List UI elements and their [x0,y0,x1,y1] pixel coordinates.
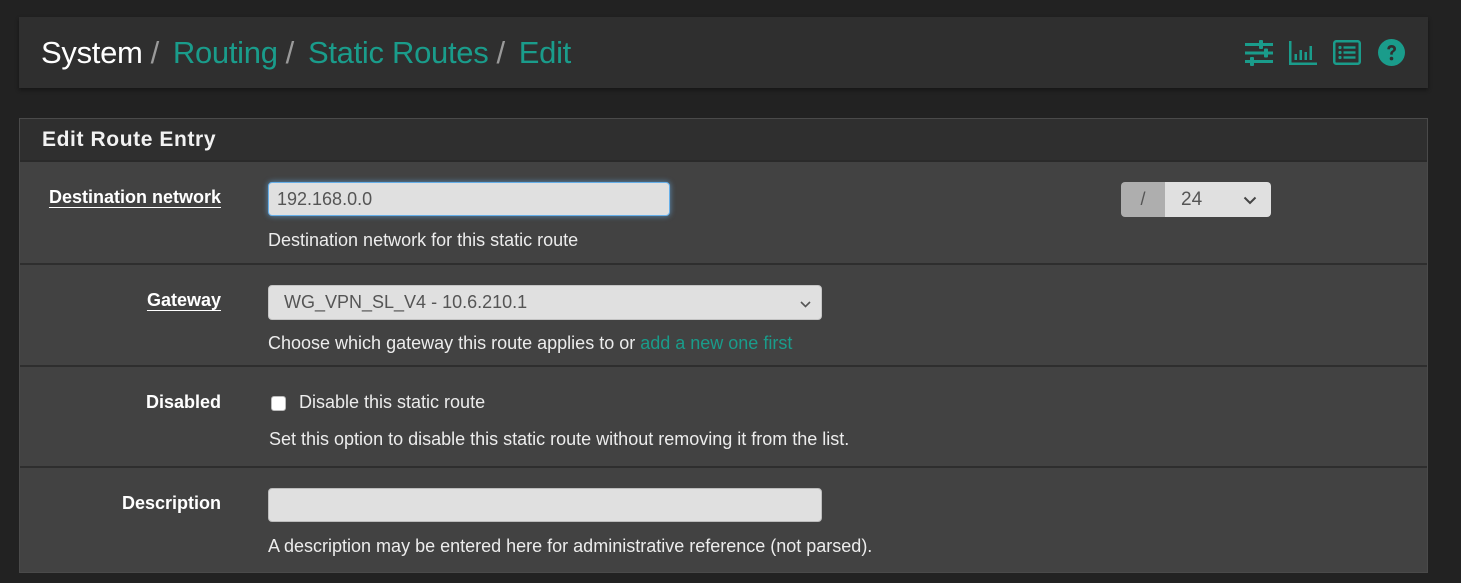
destination-network-label[interactable]: Destination network [49,187,221,208]
header-icon-bar [1244,38,1406,68]
breadcrumb-routing[interactable]: Routing [173,35,278,71]
add-gateway-link[interactable]: add a new one first [640,333,792,353]
list-icon[interactable] [1332,38,1362,68]
breadcrumb: System / Routing / Static Routes / Edit [41,35,571,71]
breadcrumb-static-routes[interactable]: Static Routes [308,35,489,71]
destination-network-help: Destination network for this static rout… [268,230,579,250]
disabled-row: Disabled Disable this static route Set t… [20,367,1427,468]
breadcrumb-edit[interactable]: Edit [519,35,572,71]
bar-chart-icon[interactable] [1288,38,1318,68]
destination-network-row: Destination network Destination network … [20,162,1427,265]
description-input[interactable] [268,488,822,522]
edit-route-panel: Edit Route Entry Destination network Des… [19,118,1428,573]
gateway-label[interactable]: Gateway [147,290,221,311]
description-label: Description [121,493,221,513]
gateway-selected-value: WG_VPN_SL_V4 - 10.6.210.1 [284,292,528,312]
description-row: Description A description may be entered… [20,468,1427,572]
gateway-row: Gateway WG_VPN_SL_V4 - 10.6.210.1 Choose… [20,265,1427,367]
disable-route-checkbox-label[interactable]: Disable this static route [299,392,485,413]
subnet-mask-select[interactable]: 24 [1165,182,1271,217]
subnet-mask-value: 24 [1181,188,1203,210]
description-help: A description may be entered here for ad… [268,536,873,556]
breadcrumb-system: System [41,34,143,70]
breadcrumb-separator: / [496,34,505,70]
gateway-select[interactable]: WG_VPN_SL_V4 - 10.6.210.1 [268,285,822,320]
breadcrumb-separator: / [150,34,160,70]
panel-title: Edit Route Entry [20,119,1427,162]
chevron-down-icon [800,292,811,313]
subnet-mask-group: / 24 [1121,182,1271,217]
page-header: System / Routing / Static Routes / Edit [19,17,1428,88]
sliders-icon[interactable] [1244,38,1274,68]
gateway-help: Choose which gateway this route applies … [268,333,792,354]
breadcrumb-separator: / [285,34,295,70]
destination-network-input[interactable] [268,182,670,216]
disabled-help: Set this option to disable this static r… [269,429,850,449]
help-icon[interactable] [1376,38,1406,68]
mask-separator: / [1121,182,1165,217]
gateway-help-text: Choose which gateway this route applies … [268,333,641,353]
disabled-label: Disabled [145,392,221,412]
disable-route-checkbox[interactable] [271,396,286,411]
chevron-down-icon [1243,189,1257,211]
